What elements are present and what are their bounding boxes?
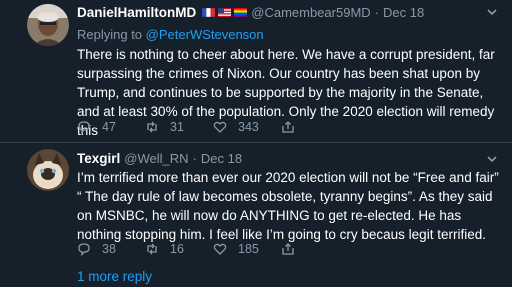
retweet-button[interactable]: 16 [145,242,213,256]
name-emoji-flags [199,8,248,17]
like-button[interactable]: 343 [213,120,281,134]
heart-icon [213,243,227,255]
reply-icon [78,243,90,256]
share-button[interactable] [281,242,295,256]
heart-icon [213,121,227,133]
tweet-text: I’m terrified more than ever our 2020 el… [77,170,499,242]
retweet-count: 31 [170,120,184,134]
like-button[interactable]: 185 [213,242,281,256]
separator-dot: · [192,151,197,166]
retweet-icon [147,121,157,133]
user-handle[interactable]: @Well_RN [124,151,188,166]
reply-button[interactable]: 47 [77,120,145,134]
tweet-date[interactable]: Dec 18 [201,151,242,166]
user-handle[interactable]: @Camembear59MD [251,5,370,20]
retweet-icon [147,243,157,255]
retweet-button[interactable]: 31 [145,120,213,134]
separator-dot: · [374,5,380,20]
tweet-1[interactable]: DanielHamiltonMD @Camembear59MD · Dec 18… [0,0,512,143]
retweet-count: 16 [170,242,184,256]
more-replies-link[interactable]: 1 more reply [77,269,152,284]
tweet-header: DanielHamiltonMD @Camembear59MD · Dec 18 [77,5,424,20]
like-count: 343 [238,120,259,134]
reply-count: 47 [102,120,116,134]
reply-icon [78,121,90,134]
tweet-2[interactable]: Texgirl @Well_RN · Dec 18 I’m terrified … [0,144,512,264]
avatar[interactable] [27,4,69,46]
replying-to-link[interactable]: @PeterWStevenson [146,27,264,42]
replying-prefix: Replying to [77,27,143,42]
tweet-header: Texgirl @Well_RN · Dec 18 [77,151,242,166]
tweet-actions: 47 31 343 [77,120,295,134]
tweet-date[interactable]: Dec 18 [383,5,424,20]
rainbow-flag-icon [234,8,248,17]
chevron-down-icon[interactable] [486,153,498,165]
share-icon [282,121,294,133]
usa-flag-icon [218,8,232,17]
display-name[interactable]: Texgirl [77,151,120,166]
reply-count: 38 [102,242,116,256]
like-count: 185 [238,242,259,256]
avatar[interactable] [27,149,69,191]
share-button[interactable] [281,120,295,134]
tweet-actions: 38 16 185 [77,242,295,256]
france-flag-icon [202,8,216,17]
reply-button[interactable]: 38 [77,242,145,256]
share-icon [282,243,294,255]
replying-to: Replying to @PeterWStevenson [77,27,264,42]
display-name[interactable]: DanielHamiltonMD [77,5,196,20]
chevron-down-icon[interactable] [486,6,498,18]
